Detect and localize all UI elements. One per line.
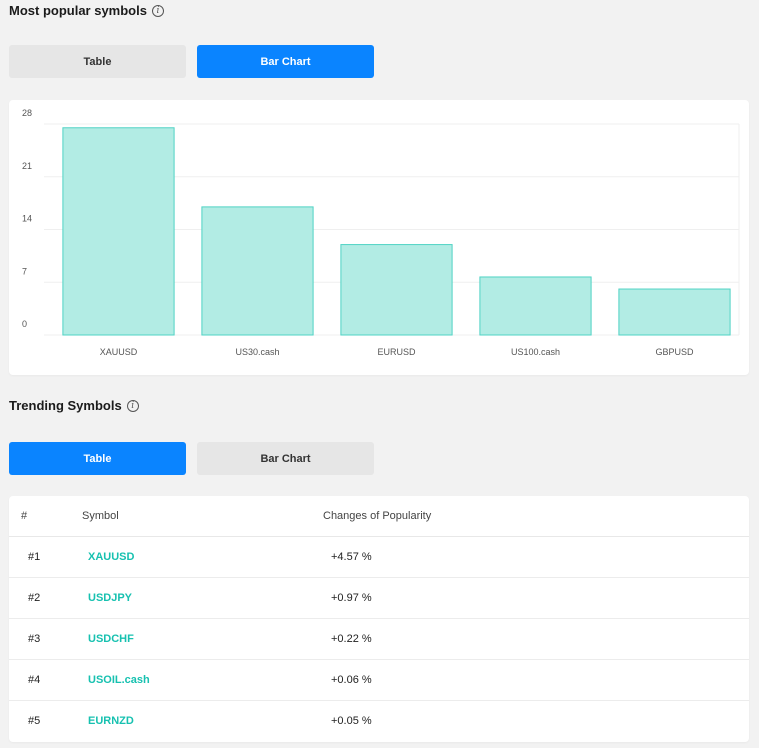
bar [62,127,175,336]
trending-view-toggle: Table Bar Chart [9,442,374,475]
popular-section-title: Most popular symbols i [9,3,164,18]
row-rank: #4 [28,674,41,686]
bar [201,206,314,336]
table-row: #1 XAUUSD +4.57 % [9,537,749,578]
table-row: #5 EURNZD +0.05 % [9,701,749,742]
x-tick-label: US100.cash [511,347,560,357]
row-change: +0.06 % [331,674,372,686]
table-row: #3 USDCHF +0.22 % [9,619,749,660]
table-header: # Symbol Changes of Popularity [9,496,749,537]
info-icon[interactable]: i [126,399,139,412]
trending-table-tab[interactable]: Table [9,442,186,475]
popular-title-text: Most popular symbols [9,3,147,18]
y-tick-label: 0 [22,319,27,329]
x-tick-label: GBPUSD [655,347,694,357]
popular-bar-chart-card: 0 7 14 21 28 XAUUSD US30.cash EURUSD US100.cash G… [9,100,749,375]
row-change: +4.57 % [331,551,372,563]
column-header-change: Changes of Popularity [323,510,432,522]
x-tick-label: US30.cash [235,347,279,357]
row-change: +0.22 % [331,633,372,645]
row-symbol-link[interactable]: USDCHF [88,633,134,645]
row-rank: #2 [28,592,41,604]
row-symbol-link[interactable]: EURNZD [88,715,134,727]
row-rank: #5 [28,715,41,727]
trending-section-title: Trending Symbols i [9,398,139,413]
column-header-rank: # [21,510,28,522]
bar [479,276,592,336]
column-header-symbol: Symbol [82,510,119,522]
table-row: #2 USDJPY +0.97 % [9,578,749,619]
trending-table: # Symbol Changes of Popularity #1 XAUUSD… [9,496,749,742]
bar [340,244,453,336]
y-tick-label: 28 [22,108,32,118]
row-symbol-link[interactable]: USOIL.cash [88,674,150,686]
row-rank: #3 [28,633,41,645]
x-tick-label: XAUUSD [100,347,138,357]
row-rank: #1 [28,551,41,563]
row-change: +0.05 % [331,715,372,727]
y-tick-label: 7 [22,266,27,276]
y-tick-label: 14 [22,214,32,224]
row-symbol-link[interactable]: USDJPY [88,592,132,604]
popular-table-tab[interactable]: Table [9,45,186,78]
info-icon[interactable]: i [151,4,164,17]
trending-bar-chart-tab[interactable]: Bar Chart [197,442,374,475]
popular-bar-chart-tab[interactable]: Bar Chart [197,45,374,78]
table-row: #4 USOIL.cash +0.06 % [9,660,749,701]
bar [618,288,731,336]
y-tick-label: 21 [22,161,32,171]
x-tick-label: EURUSD [377,347,416,357]
popular-bar-chart: 0 7 14 21 28 XAUUSD US30.cash EURUSD US100.cash G… [22,108,740,357]
row-symbol-link[interactable]: XAUUSD [88,551,134,563]
row-change: +0.97 % [331,592,372,604]
trending-title-text: Trending Symbols [9,398,122,413]
page: Most popular symbols i Table Bar Chart 0… [0,0,759,748]
popular-view-toggle: Table Bar Chart [9,45,374,78]
